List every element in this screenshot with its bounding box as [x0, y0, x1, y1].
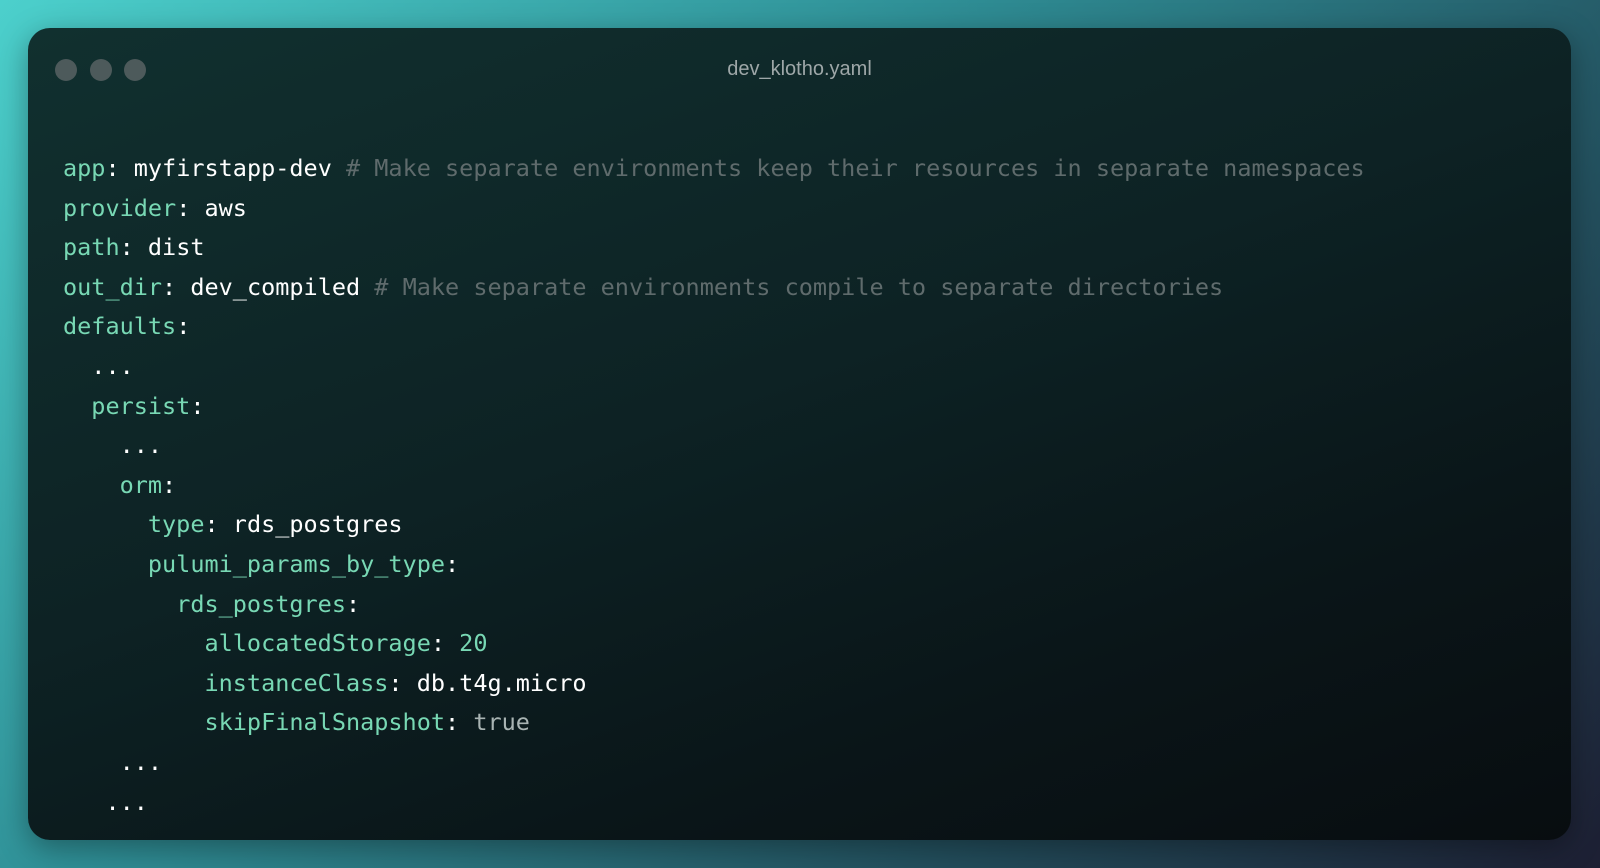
yaml-value: rds_postgres	[232, 510, 403, 539]
code-line: rds_postgres:	[63, 585, 1365, 625]
yaml-key: skipFinalSnapshot	[204, 708, 446, 737]
colon: :	[388, 668, 403, 697]
colon: :	[162, 272, 177, 301]
code-block[interactable]: app: myfirstapp-dev # Make separate envi…	[63, 149, 1365, 822]
code-line: app: myfirstapp-dev # Make separate envi…	[63, 149, 1365, 189]
colon: :	[190, 391, 205, 420]
yaml-key: orm	[119, 470, 163, 499]
code-line: skipFinalSnapshot: true	[63, 703, 1365, 743]
code-line: provider: aws	[63, 189, 1365, 229]
yaml-comment: # Make separate environments compile to …	[360, 272, 1224, 301]
colon: :	[119, 233, 134, 262]
ellipsis-text: ...	[119, 747, 163, 776]
yaml-comment: # Make separate environments keep their …	[331, 154, 1365, 182]
yaml-key: pulumi_params_by_type	[147, 549, 446, 578]
yaml-key: path	[63, 233, 120, 262]
yaml-key: provider	[63, 193, 177, 222]
code-line: ...	[63, 426, 1365, 466]
code-line: ...	[63, 347, 1365, 387]
yaml-key: app	[63, 154, 106, 182]
yaml-value: dev_compiled	[190, 272, 361, 301]
yaml-key: instanceClass	[204, 668, 389, 697]
ellipsis-text: ...	[105, 787, 148, 816]
code-line: allocatedStorage: 20	[63, 624, 1365, 664]
code-line: defaults:	[63, 307, 1365, 347]
code-line: type: rds_postgres	[63, 505, 1365, 545]
yaml-value: dist	[147, 233, 205, 262]
yaml-key: persist	[91, 391, 191, 420]
colon: :	[105, 154, 120, 182]
yaml-value: 20	[459, 629, 488, 658]
code-line: orm:	[63, 466, 1365, 506]
code-line: ...	[63, 743, 1365, 783]
window-title: dev_klotho.yaml	[727, 58, 872, 80]
yaml-key: type	[147, 510, 205, 539]
colon: :	[162, 470, 177, 499]
colon: :	[176, 193, 191, 222]
code-line: out_dir: dev_compiled # Make separate en…	[63, 268, 1365, 308]
yaml-value: true	[473, 708, 530, 737]
colon: :	[345, 589, 361, 618]
yaml-key: rds_postgres	[176, 589, 346, 618]
yaml-key: allocatedStorage	[204, 629, 431, 658]
title-bar: dev_klotho.yaml	[28, 28, 1571, 112]
yaml-key: out_dir	[63, 272, 163, 301]
colon: :	[430, 629, 446, 658]
yaml-value: db.t4g.micro	[416, 668, 587, 697]
yaml-key: defaults	[63, 312, 177, 341]
yaml-value: myfirstapp-dev	[133, 154, 332, 182]
colon: :	[176, 312, 191, 341]
colon: :	[445, 708, 460, 737]
ellipsis-text: ...	[119, 431, 163, 460]
colon: :	[445, 549, 460, 578]
code-line: persist:	[63, 387, 1365, 427]
code-line: pulumi_params_by_type:	[63, 545, 1365, 585]
code-line: path: dist	[63, 228, 1365, 268]
editor-window: dev_klotho.yaml app: myfirstapp-dev # Ma…	[28, 28, 1571, 840]
ellipsis-text: ...	[91, 351, 134, 380]
code-line: instanceClass: db.t4g.micro	[63, 664, 1365, 704]
code-line: ...	[63, 783, 1365, 823]
colon: :	[204, 510, 219, 539]
yaml-value: aws	[204, 193, 247, 222]
